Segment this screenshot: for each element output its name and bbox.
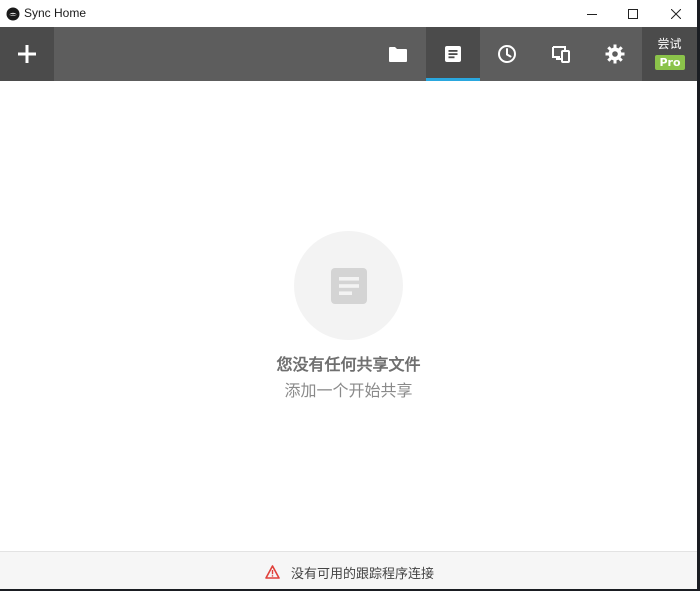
tab-devices[interactable] (534, 27, 588, 81)
document-icon (330, 267, 367, 304)
empty-state-illustration (294, 231, 403, 340)
try-pro-button[interactable]: 尝试 Pro (642, 27, 697, 81)
tab-folders[interactable] (371, 27, 425, 81)
devices-icon (552, 46, 570, 63)
warning-icon (265, 564, 280, 579)
maximize-icon (628, 8, 638, 19)
close-icon (671, 8, 681, 19)
window-title: Sync Home (24, 6, 87, 20)
empty-state-subtitle: 添加一个开始共享 (284, 381, 413, 400)
toolbar: 尝试 Pro (0, 27, 697, 81)
tab-settings[interactable] (588, 27, 642, 81)
app-logo-icon (6, 6, 20, 21)
pro-badge: Pro (655, 55, 685, 70)
add-button[interactable] (0, 27, 54, 81)
tab-files[interactable] (426, 27, 480, 81)
status-message: 没有可用的跟踪程序连接 (291, 567, 435, 582)
tab-history[interactable] (480, 27, 534, 81)
close-button[interactable] (653, 0, 699, 27)
gear-icon (605, 44, 625, 64)
minimize-button[interactable] (569, 0, 615, 27)
title-bar: Sync Home (0, 0, 697, 27)
main-content: 您没有任何共享文件 添加一个开始共享 (0, 81, 697, 551)
empty-state-title: 您没有任何共享文件 (276, 355, 421, 374)
folder-icon (389, 46, 407, 62)
maximize-button[interactable] (610, 0, 656, 27)
clock-icon (498, 45, 516, 63)
plus-icon (18, 45, 36, 63)
status-bar: 没有可用的跟踪程序连接 (0, 551, 697, 589)
minimize-icon (587, 13, 597, 15)
app-window: Sync Home 尝试 Pro 您没有任何共享文件 添加一个开始共享 没有可用… (0, 0, 697, 589)
trial-label: 尝试 (657, 37, 682, 51)
document-icon (445, 46, 461, 62)
